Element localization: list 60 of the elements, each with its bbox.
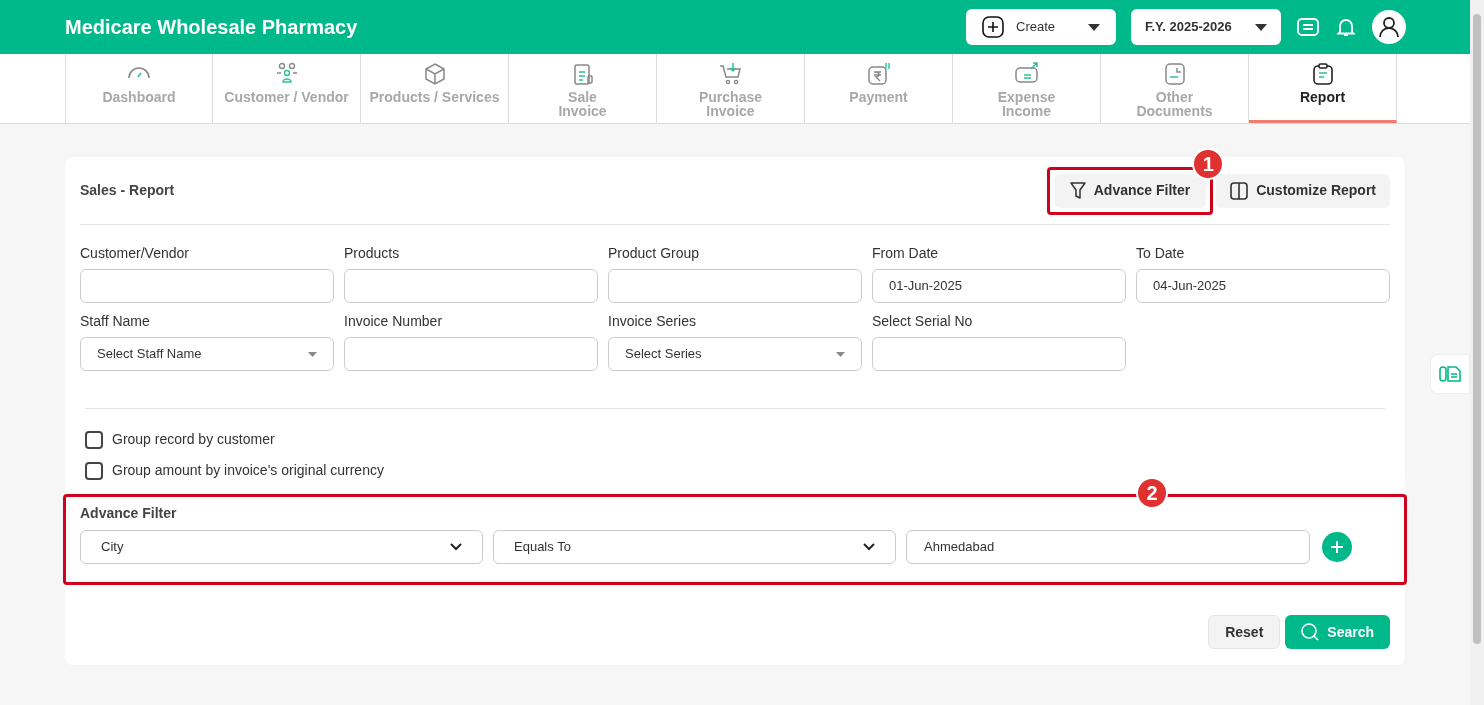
field-label: Staff Name	[80, 312, 151, 331]
input-field[interactable]	[80, 269, 334, 303]
caret-icon	[308, 351, 317, 357]
columns-icon	[1230, 181, 1249, 200]
app-title: Medicare Wholesale Pharmacy	[65, 15, 358, 40]
report-title: Sales - Report	[80, 181, 175, 200]
plus-icon	[1330, 540, 1344, 554]
report-icon	[1310, 62, 1335, 86]
people-icon	[274, 62, 299, 86]
advance-filter-title: Advance Filter	[80, 504, 178, 523]
doc-icon	[1162, 62, 1187, 86]
field-label: Invoice Number	[344, 312, 444, 331]
input-field[interactable]	[344, 269, 598, 303]
chevron-down-icon	[863, 543, 875, 551]
dropdown-field[interactable]: Select Staff Name	[80, 337, 334, 371]
filter-field-select[interactable]: City	[80, 530, 483, 564]
customize-report-button[interactable]: Customize Report	[1216, 173, 1390, 208]
caret-icon	[1088, 23, 1100, 31]
create-button[interactable]: Create	[966, 9, 1116, 45]
dropdown-field[interactable]: Select Series	[608, 337, 862, 371]
input-field[interactable]	[608, 269, 862, 303]
rupee-icon	[866, 62, 891, 86]
chevron-down-icon	[450, 543, 462, 551]
checkbox[interactable]	[85, 430, 103, 449]
plus-icon	[982, 16, 1004, 38]
reset-button[interactable]: Reset	[1208, 615, 1281, 649]
field-label: Invoice Series	[608, 312, 697, 331]
field-label: From Date	[872, 244, 940, 263]
field-label: Select Serial No	[872, 312, 974, 331]
side-widget-button[interactable]	[1430, 354, 1470, 394]
fiscal-year-dropdown[interactable]: F.Y. 2025-2026	[1131, 9, 1281, 45]
date-field[interactable]: 01-Jun-2025	[872, 269, 1126, 303]
funnel-icon	[1069, 181, 1086, 200]
checkbox-label: Group record by customer	[112, 430, 275, 449]
caret-icon	[836, 351, 845, 357]
input-field[interactable]	[344, 337, 598, 371]
filter-value-field[interactable]: Ahmedabad	[906, 530, 1310, 564]
user-avatar[interactable]	[1372, 10, 1406, 44]
date-field[interactable]: 04-Jun-2025	[1136, 269, 1390, 303]
add-filter-button[interactable]	[1322, 532, 1352, 562]
callout-number: 2	[1136, 477, 1168, 509]
callout-number: 1	[1192, 147, 1225, 180]
advance-filter-button[interactable]: Advance Filter	[1053, 173, 1207, 208]
box-icon	[422, 62, 447, 86]
cart-icon	[718, 62, 743, 86]
notification-bell-icon[interactable]	[1336, 17, 1356, 37]
field-label: Customer/Vendor	[80, 244, 190, 263]
filter-operator-select[interactable]: Equals To	[493, 530, 896, 564]
field-label: Product Group	[608, 244, 701, 263]
card-icon	[1014, 62, 1039, 86]
notes-icon	[1439, 365, 1461, 383]
scrollbar[interactable]	[1470, 0, 1484, 705]
caret-icon	[1255, 23, 1267, 31]
search-icon	[1301, 623, 1320, 641]
nav-tab[interactable]: Report	[1249, 54, 1397, 123]
field-label: To Date	[1136, 244, 1186, 263]
field-label: Products	[344, 244, 401, 263]
checkbox-label: Group amount by invoice's original currency	[112, 461, 384, 480]
checkbox[interactable]	[85, 461, 103, 480]
input-field[interactable]	[872, 337, 1126, 371]
